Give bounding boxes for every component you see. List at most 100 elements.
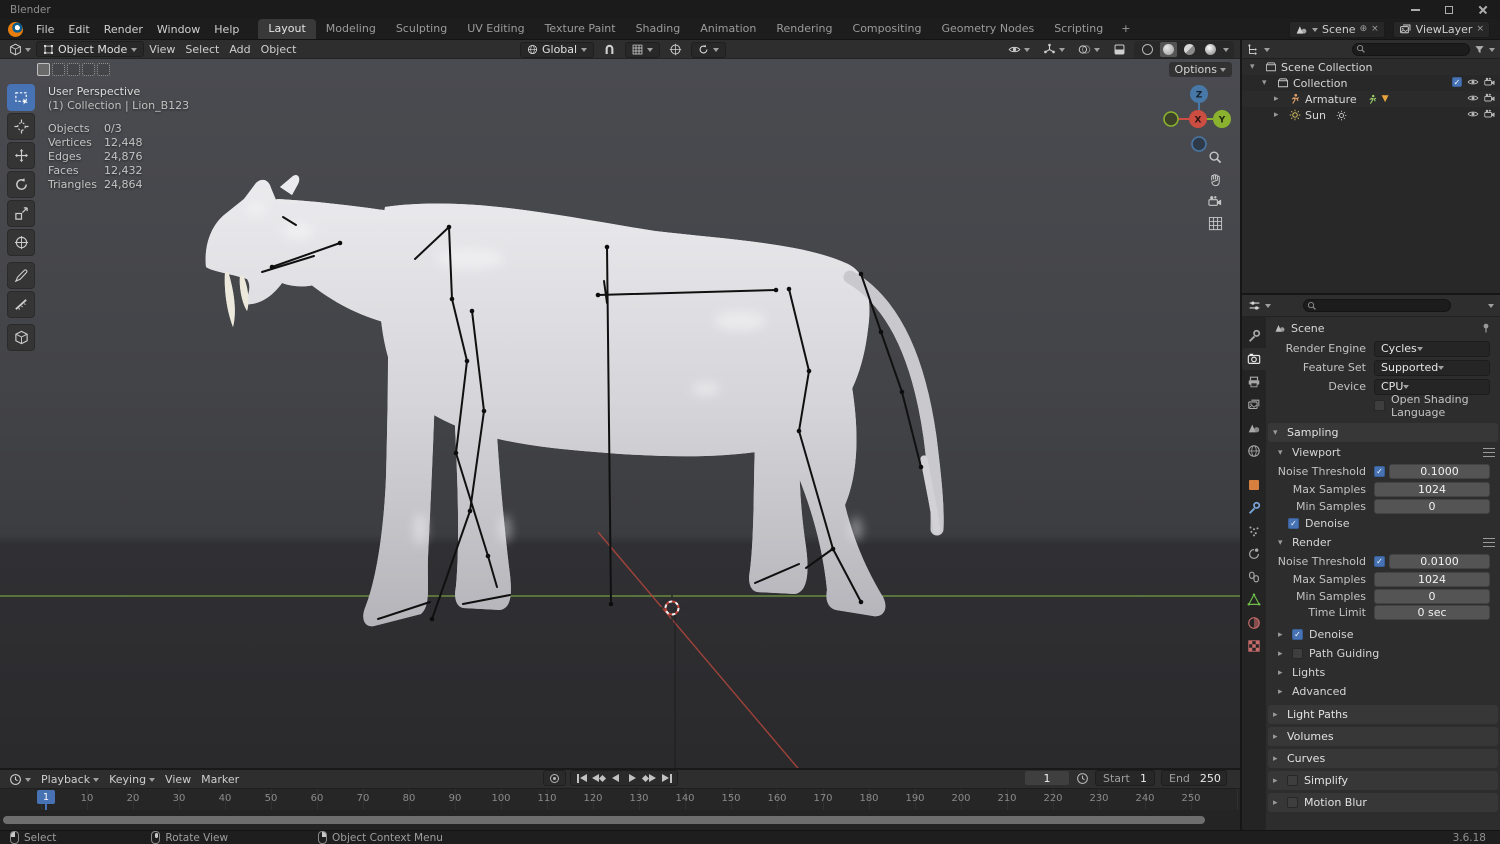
advanced-subpanel-header[interactable]: Advanced: [1266, 682, 1500, 701]
object-visibility-dropdown[interactable]: [1003, 41, 1035, 58]
xray-toggle[interactable]: [1108, 41, 1131, 58]
rotate-tool[interactable]: [7, 171, 35, 198]
disclosure-icon[interactable]: [1274, 94, 1285, 104]
viewport-3d[interactable]: Options User Perspective (1) Collection …: [0, 59, 1240, 768]
shading-solid-button[interactable]: [1160, 42, 1177, 57]
menu-edit[interactable]: Edit: [61, 23, 96, 36]
vp-noise-threshold-field[interactable]: 0.1000: [1389, 464, 1490, 479]
chevron-down-icon[interactable]: [1488, 304, 1494, 311]
disable-render-icon[interactable]: [1484, 108, 1496, 120]
select-mode-intersect-icon[interactable]: [97, 63, 110, 76]
collection-checkbox[interactable]: [1452, 77, 1462, 87]
render-subpanel-header[interactable]: Render: [1266, 533, 1500, 552]
cursor-tool[interactable]: [7, 113, 35, 140]
viewport-subpanel-header[interactable]: Viewport: [1266, 443, 1500, 462]
tab-shading[interactable]: Shading: [626, 19, 691, 39]
timeline-editor-button[interactable]: [4, 771, 36, 788]
shading-wireframe-button[interactable]: [1139, 42, 1156, 57]
menu-select[interactable]: Select: [180, 41, 224, 58]
axis-z-negative-handle[interactable]: [1191, 136, 1207, 152]
tab-uv-editing[interactable]: UV Editing: [457, 19, 534, 39]
scale-tool[interactable]: [7, 200, 35, 227]
remove-viewlayer-icon[interactable]: ×: [1476, 24, 1484, 34]
tab-object[interactable]: [1242, 474, 1266, 496]
tab-texture-paint[interactable]: Texture Paint: [535, 19, 626, 39]
falloff-dropdown[interactable]: [691, 41, 727, 58]
tab-world[interactable]: [1242, 440, 1266, 462]
curves-panel-header[interactable]: Curves: [1268, 749, 1498, 768]
tab-output[interactable]: [1242, 371, 1266, 393]
measure-tool[interactable]: [7, 291, 35, 318]
r-noise-threshold-checkbox[interactable]: [1374, 556, 1385, 567]
chevron-down-icon[interactable]: [1265, 304, 1271, 311]
properties-search-input[interactable]: [1303, 299, 1451, 312]
presets-icon[interactable]: [1483, 448, 1495, 457]
shading-rendered-button[interactable]: [1202, 42, 1219, 57]
tab-scene[interactable]: [1242, 417, 1266, 439]
outliner-row-sun[interactable]: Sun: [1242, 107, 1500, 123]
r-time-limit-field[interactable]: 0 sec: [1374, 604, 1490, 620]
outliner-row-scene-collection[interactable]: Scene Collection: [1242, 59, 1500, 75]
simplify-checkbox[interactable]: [1287, 775, 1298, 786]
minimize-button[interactable]: [1398, 0, 1432, 19]
hide-eye-icon[interactable]: [1467, 92, 1479, 104]
disable-render-icon[interactable]: [1484, 92, 1496, 104]
timeline-scrollbar[interactable]: [3, 816, 1205, 824]
pin-icon[interactable]: [1480, 322, 1492, 334]
scene-selector[interactable]: Scene ⊕ ×: [1289, 20, 1385, 38]
tab-modifiers[interactable]: [1242, 497, 1266, 519]
menu-add[interactable]: Add: [224, 41, 255, 58]
snap-toggle[interactable]: [598, 41, 621, 58]
prev-keyframe-button[interactable]: [590, 771, 607, 785]
mode-dropdown[interactable]: Object Mode: [36, 41, 145, 57]
r-min-samples-field[interactable]: 0: [1374, 588, 1490, 604]
navigation-gizmo[interactable]: Z X Y: [1162, 82, 1236, 156]
tab-physics[interactable]: [1242, 543, 1266, 565]
menu-keying[interactable]: Keying: [104, 771, 160, 788]
annotate-tool[interactable]: [7, 262, 35, 289]
filter-icon[interactable]: [1474, 44, 1485, 55]
hide-eye-icon[interactable]: [1467, 76, 1479, 88]
outliner-row-collection[interactable]: Collection: [1242, 75, 1500, 91]
play-reverse-button[interactable]: [607, 771, 624, 785]
sync-clock-icon[interactable]: [1076, 772, 1089, 785]
tab-sculpting[interactable]: Sculpting: [386, 19, 457, 39]
frame-end-field[interactable]: End 250: [1161, 770, 1227, 786]
tab-render[interactable]: [1242, 348, 1266, 370]
properties-editor-icon[interactable]: [1248, 299, 1261, 312]
disclosure-icon[interactable]: [1262, 78, 1273, 88]
menu-help[interactable]: Help: [207, 23, 246, 36]
chevron-down-icon[interactable]: [1264, 47, 1270, 55]
volumes-panel-header[interactable]: Volumes: [1268, 727, 1498, 746]
add-workspace-button[interactable]: +: [1113, 19, 1138, 39]
select-mode-extend-icon[interactable]: [52, 63, 65, 76]
jump-to-end-button[interactable]: [658, 771, 675, 785]
select-mode-subtract-icon[interactable]: [67, 63, 80, 76]
box-select-tool[interactable]: [7, 84, 35, 111]
tab-view-layer[interactable]: [1242, 394, 1266, 416]
simplify-panel-header[interactable]: Simplify: [1268, 771, 1498, 790]
transform-orientation-dropdown[interactable]: Global: [520, 41, 595, 58]
disclosure-icon[interactable]: [1250, 62, 1261, 72]
pan-hand-icon[interactable]: [1208, 172, 1223, 187]
vp-denoise-subpanel-header[interactable]: Denoise: [1266, 514, 1500, 533]
hide-eye-icon[interactable]: [1467, 108, 1479, 120]
add-cube-tool[interactable]: [7, 324, 35, 351]
path-guiding-subpanel-header[interactable]: Path Guiding: [1266, 644, 1500, 663]
tab-tool[interactable]: [1242, 325, 1266, 347]
vp-max-samples-field[interactable]: 1024: [1374, 482, 1490, 497]
transform-tool[interactable]: [7, 229, 35, 256]
outliner-editor-icon[interactable]: [1247, 43, 1260, 56]
menu-marker[interactable]: Marker: [196, 771, 244, 788]
tab-scripting[interactable]: Scripting: [1044, 19, 1113, 39]
render-engine-dropdown[interactable]: Cycles: [1374, 340, 1490, 357]
blender-logo-icon[interactable]: [8, 21, 23, 37]
menu-object[interactable]: Object: [256, 41, 302, 58]
cursor-3d[interactable]: [657, 593, 687, 768]
tab-material[interactable]: [1242, 612, 1266, 634]
tab-modeling[interactable]: Modeling: [316, 19, 386, 39]
zoom-icon[interactable]: [1208, 150, 1223, 165]
select-mode-new-icon[interactable]: [37, 63, 50, 76]
toggle-ortho-icon[interactable]: [1208, 216, 1223, 231]
menu-window[interactable]: Window: [150, 23, 207, 36]
